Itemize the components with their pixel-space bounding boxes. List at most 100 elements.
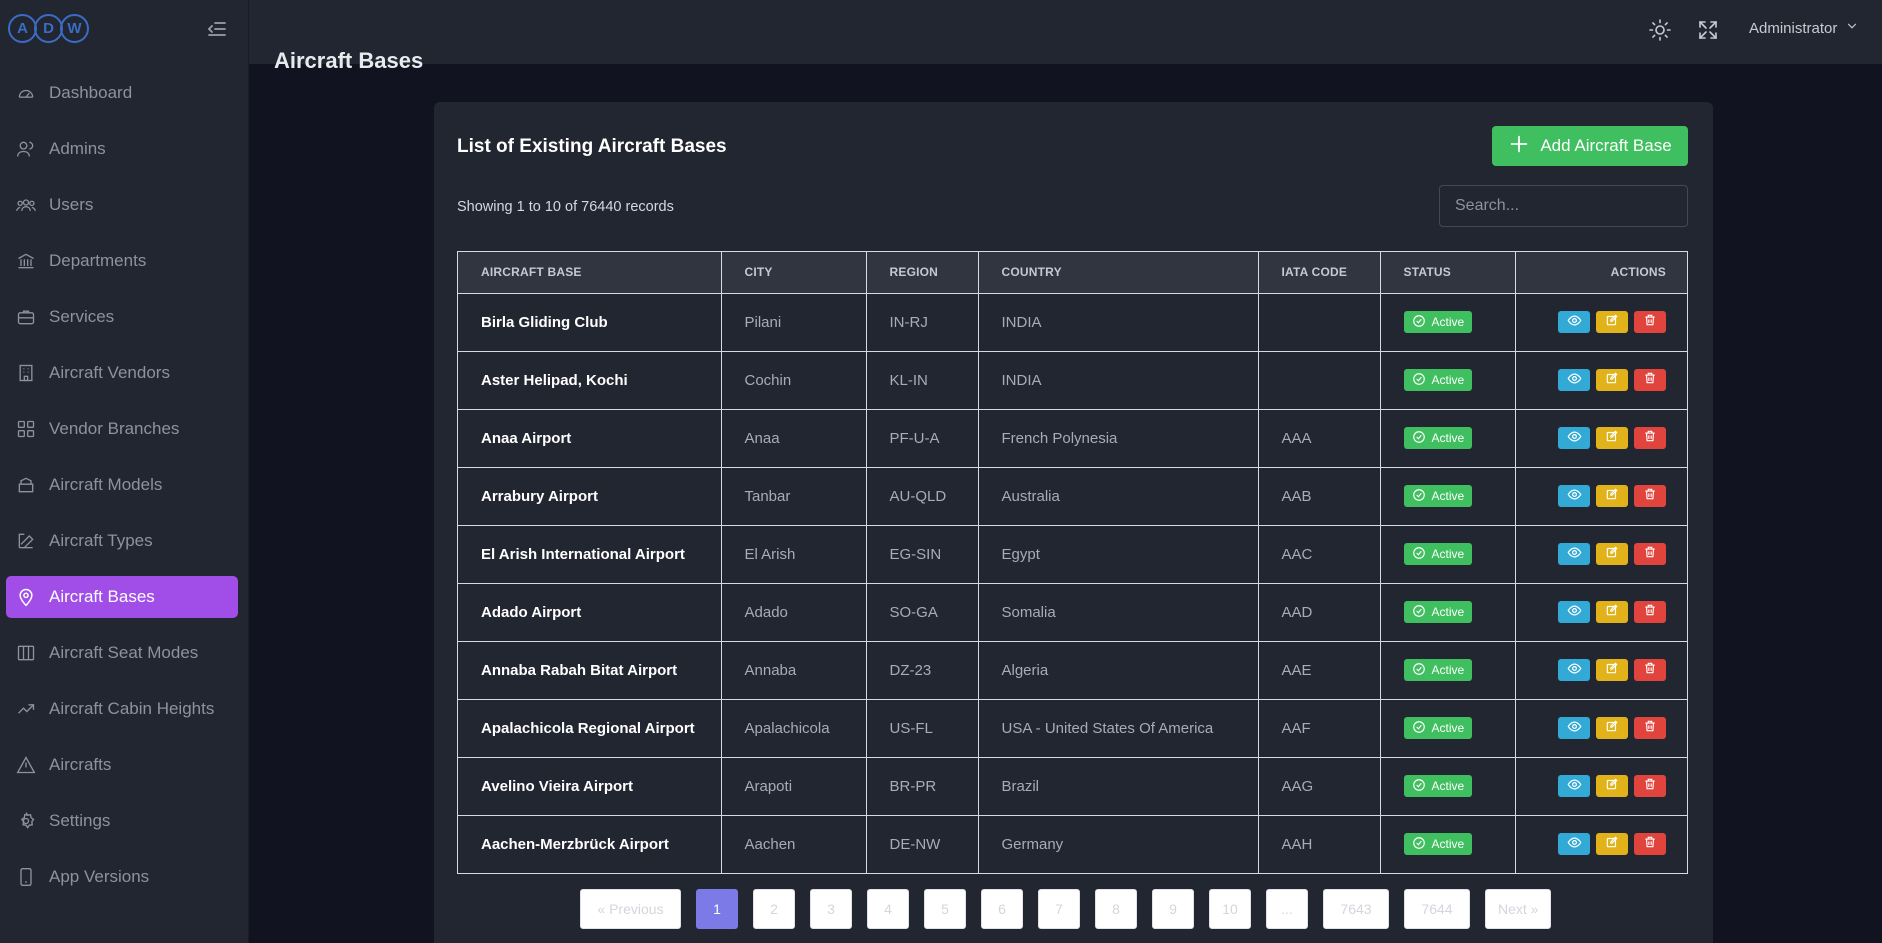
delete-button[interactable]: [1634, 775, 1666, 797]
status-badge: Active: [1403, 833, 1473, 856]
sidebar-item-app-versions[interactable]: App Versions: [6, 856, 238, 898]
eye-icon: [1567, 545, 1582, 564]
page-button-7[interactable]: 7: [1038, 889, 1080, 929]
delete-button[interactable]: [1634, 543, 1666, 565]
sidebar-item-label: Aircraft Cabin Heights: [49, 699, 215, 718]
view-button[interactable]: [1558, 717, 1590, 739]
column-header-country[interactable]: COUNTRY: [978, 252, 1259, 294]
sidebar-item-aircraft-vendors[interactable]: Aircraft Vendors: [6, 352, 238, 394]
edit-button[interactable]: [1596, 543, 1628, 565]
view-button[interactable]: [1558, 775, 1590, 797]
sidebar-item-settings[interactable]: Settings: [6, 800, 238, 842]
column-header-iata-code[interactable]: IATA CODE: [1258, 252, 1381, 294]
view-button[interactable]: [1558, 427, 1590, 449]
theme-toggle-sun-icon[interactable]: [1648, 18, 1672, 42]
column-header-city[interactable]: CITY: [721, 252, 867, 294]
cell-iata-code: AAG: [1258, 757, 1381, 816]
logo[interactable]: A D W: [8, 14, 89, 43]
view-button[interactable]: [1558, 601, 1590, 623]
cell-city: Arapoti: [721, 757, 867, 816]
aircraft-bases-card: List of Existing Aircraft Bases Add Airc…: [434, 102, 1713, 943]
view-button[interactable]: [1558, 485, 1590, 507]
column-header-aircraft-base[interactable]: AIRCRAFT BASE: [458, 252, 722, 294]
edit-button[interactable]: [1596, 311, 1628, 333]
page-button-4[interactable]: 4: [867, 889, 909, 929]
cell-actions: [1515, 293, 1687, 352]
page-ellipsis[interactable]: ...: [1266, 889, 1308, 929]
search-input[interactable]: [1439, 185, 1688, 227]
edit-button[interactable]: [1596, 833, 1628, 856]
page-button-9[interactable]: 9: [1152, 889, 1194, 929]
delete-button[interactable]: [1634, 659, 1666, 681]
next-page-button[interactable]: Next »: [1485, 889, 1552, 929]
sidebar-item-dashboard[interactable]: Dashboard: [6, 72, 238, 114]
cell-city: El Arish: [721, 525, 867, 584]
add-aircraft-base-button[interactable]: Add Aircraft Base: [1492, 126, 1688, 166]
page-button-5[interactable]: 5: [924, 889, 966, 929]
collapse-sidebar-icon[interactable]: [205, 17, 229, 41]
sidebar-item-departments[interactable]: Departments: [6, 240, 238, 282]
fullscreen-icon[interactable]: [1696, 18, 1720, 42]
sidebar-item-label: Aircraft Seat Modes: [49, 643, 199, 662]
table-row: Anaa Airport Anaa PF-U-A French Polynesia AA…: [458, 409, 1687, 468]
page-button-2[interactable]: 2: [753, 889, 795, 929]
page-button-8[interactable]: 8: [1095, 889, 1137, 929]
delete-button[interactable]: [1634, 833, 1666, 856]
edit-button[interactable]: [1596, 717, 1628, 739]
status-badge: Active: [1403, 717, 1473, 739]
page-button-1[interactable]: 1: [696, 889, 738, 929]
view-button[interactable]: [1558, 369, 1590, 391]
sidebar-item-users[interactable]: Users: [6, 184, 238, 226]
page-button-10[interactable]: 10: [1209, 889, 1251, 929]
delete-button[interactable]: [1634, 311, 1666, 333]
eye-icon: [1567, 777, 1582, 796]
delete-button[interactable]: [1634, 601, 1666, 623]
user-menu[interactable]: Administrator: [1749, 19, 1859, 37]
sidebar-item-services[interactable]: Services: [6, 296, 238, 338]
trash-icon: [1643, 429, 1657, 447]
table-row: Arrabury Airport Tanbar AU-QLD Australia AAB…: [458, 467, 1687, 526]
view-button[interactable]: [1558, 311, 1590, 333]
page-button-3[interactable]: 3: [810, 889, 852, 929]
check-circle-icon: [1412, 720, 1426, 737]
table-body: Birla Gliding Club Pilani IN-RJ INDIA Active…: [458, 293, 1687, 873]
view-button[interactable]: [1558, 833, 1590, 856]
previous-page-button[interactable]: « Previous: [580, 889, 681, 929]
edit-button[interactable]: [1596, 659, 1628, 681]
trash-icon: [1643, 487, 1657, 505]
page-button-7644[interactable]: 7644: [1404, 889, 1470, 929]
edit-button[interactable]: [1596, 601, 1628, 623]
delete-button[interactable]: [1634, 717, 1666, 739]
column-header-region[interactable]: REGION: [866, 252, 979, 294]
edit-button[interactable]: [1596, 485, 1628, 507]
sidebar-item-aircrafts[interactable]: Aircrafts: [6, 744, 238, 786]
edit-icon: [1605, 661, 1619, 679]
edit-button[interactable]: [1596, 775, 1628, 797]
view-button[interactable]: [1558, 543, 1590, 565]
sidebar-item-aircraft-types[interactable]: Aircraft Types: [6, 520, 238, 562]
sidebar-item-vendor-branches[interactable]: Vendor Branches: [6, 408, 238, 450]
status-badge: Active: [1403, 311, 1473, 333]
sidebar-item-admins[interactable]: Admins: [6, 128, 238, 170]
delete-button[interactable]: [1634, 369, 1666, 391]
cell-aircraft-base: Apalachicola Regional Airport: [458, 699, 722, 758]
delete-button[interactable]: [1634, 427, 1666, 449]
edit-button[interactable]: [1596, 369, 1628, 391]
sidebar-item-aircraft-models[interactable]: Aircraft Models: [6, 464, 238, 506]
sidebar-item-aircraft-cabin-heights[interactable]: Aircraft Cabin Heights: [6, 688, 238, 730]
sidebar-item-aircraft-seat-modes[interactable]: Aircraft Seat Modes: [6, 632, 238, 674]
cell-status: Active: [1380, 583, 1516, 642]
trash-icon: [1643, 371, 1657, 389]
delete-button[interactable]: [1634, 485, 1666, 507]
cell-region: BR-PR: [866, 757, 979, 816]
column-header-actions: ACTIONS: [1515, 252, 1687, 294]
sidebar-item-aircraft-bases[interactable]: Aircraft Bases: [6, 576, 238, 618]
check-circle-icon: [1412, 372, 1426, 389]
column-header-status[interactable]: STATUS: [1380, 252, 1516, 294]
view-button[interactable]: [1558, 659, 1590, 681]
page-button-7643[interactable]: 7643: [1323, 889, 1389, 929]
sidebar-item-label: Dashboard: [49, 83, 133, 102]
edit-button[interactable]: [1596, 427, 1628, 449]
page-button-6[interactable]: 6: [981, 889, 1023, 929]
cell-actions: [1515, 815, 1687, 873]
